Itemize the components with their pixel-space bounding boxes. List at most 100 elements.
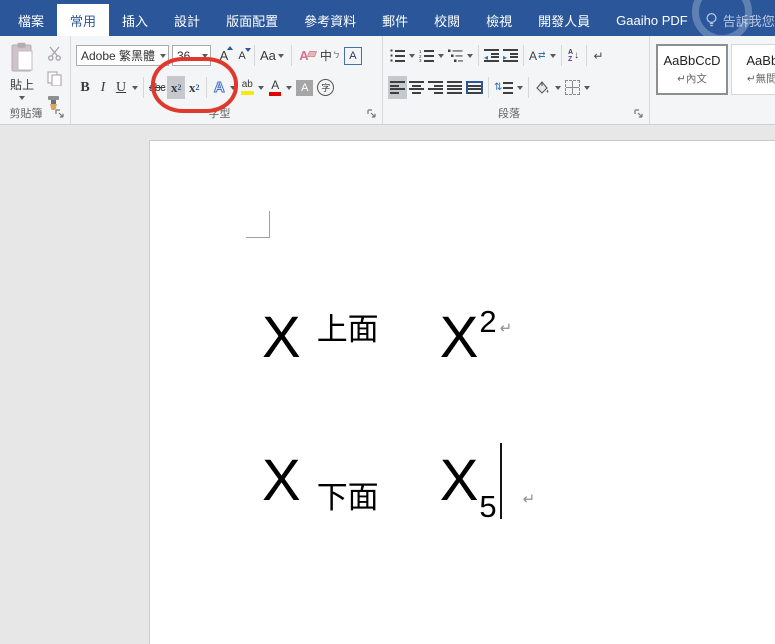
doc-base-x: X xyxy=(262,311,301,366)
margin-corner-mark xyxy=(246,211,270,238)
grow-font-glyph: A xyxy=(220,48,229,63)
align-center-icon xyxy=(409,81,424,94)
doc-base-x: X xyxy=(440,311,479,366)
doc-line-superscript-demo[interactable]: X 上面 X 2 ↵ xyxy=(262,293,512,366)
tab-file[interactable]: 檔案 xyxy=(5,4,57,36)
cut-button[interactable] xyxy=(44,44,64,62)
subscript-button[interactable]: x2 xyxy=(167,76,185,99)
character-border-button[interactable]: A xyxy=(342,44,364,67)
tell-me-label: 告訴我您 xyxy=(723,11,775,30)
paragraph-mark-icon: ↵ xyxy=(523,492,536,507)
shading-button[interactable] xyxy=(532,76,553,99)
justify-button[interactable] xyxy=(445,76,464,99)
highlight-dropdown-arrow[interactable] xyxy=(258,86,264,90)
tab-mailings[interactable]: 郵件 xyxy=(369,4,421,36)
styles-group: AaBbCcD ↵內文 AaBbC ↵無間距 xyxy=(650,36,775,124)
tab-references[interactable]: 參考資料 xyxy=(291,4,369,36)
text-effects-dropdown-arrow[interactable] xyxy=(230,86,236,90)
multilevel-list-dropdown-arrow[interactable] xyxy=(467,54,473,58)
paint-bucket-icon xyxy=(534,80,551,95)
underline-dropdown-arrow[interactable] xyxy=(132,86,138,90)
document-page[interactable]: X 上面 X 2 ↵ X 下面 X 5 ↵ xyxy=(149,140,775,644)
bold-button[interactable]: B xyxy=(76,76,94,99)
italic-button[interactable]: I xyxy=(94,76,112,99)
sort-z-glyph: Z xyxy=(568,56,573,63)
borders-button[interactable] xyxy=(563,76,582,99)
font-color-button[interactable]: A xyxy=(266,76,284,99)
ribbon-tab-strip: 檔案 常用 插入 設計 版面配置 參考資料 郵件 校閱 檢視 開發人員 Gaai… xyxy=(0,0,701,36)
align-right-button[interactable] xyxy=(426,76,445,99)
align-left-button[interactable] xyxy=(388,76,407,99)
asian-layout-dropdown-arrow[interactable] xyxy=(550,54,556,58)
ribbon: 貼上 xyxy=(0,36,775,125)
shading-dropdown-arrow[interactable] xyxy=(555,86,561,90)
copy-button[interactable] xyxy=(44,69,64,87)
sort-button[interactable]: AZ ↓ xyxy=(565,44,583,67)
tab-insert[interactable]: 插入 xyxy=(109,4,161,36)
character-shading-glyph: A xyxy=(296,80,313,96)
font-color-dropdown-arrow[interactable] xyxy=(286,86,292,90)
numbered-list-button[interactable]: 1 2 3 xyxy=(417,44,436,67)
borders-dropdown-arrow[interactable] xyxy=(584,86,590,90)
sort-a-glyph: A xyxy=(568,49,573,56)
clipboard-dialog-launcher[interactable] xyxy=(55,109,65,119)
phonetic-guide-button[interactable]: 中 ㄅ xyxy=(318,44,342,67)
style-normal[interactable]: AaBbCcD ↵內文 xyxy=(656,44,728,95)
paste-dropdown-arrow[interactable] xyxy=(19,96,25,100)
phonetic-bopomofo-glyph: ㄅ xyxy=(333,52,340,59)
enclose-characters-button[interactable]: 字 xyxy=(315,76,336,99)
show-hide-marks-button[interactable]: ↵ xyxy=(590,44,608,67)
font-size-value: 36 xyxy=(177,49,200,63)
change-case-button[interactable]: Aa xyxy=(258,44,288,67)
increase-indent-icon: ▸ xyxy=(503,49,518,62)
svg-text:3: 3 xyxy=(419,58,422,62)
tell-me-box[interactable]: 告訴我您 xyxy=(705,4,775,36)
shrink-font-button[interactable]: A xyxy=(233,44,251,67)
doc-base-x: X xyxy=(262,454,301,509)
numbered-list-icon: 1 2 3 xyxy=(419,49,434,62)
text-effects-button[interactable]: A xyxy=(210,76,228,99)
bullet-list-dropdown-arrow[interactable] xyxy=(409,54,415,58)
superscript-button[interactable]: x2 xyxy=(185,76,203,99)
font-name-select[interactable]: Adobe 繁黑體 xyxy=(76,45,169,66)
font-dialog-launcher[interactable] xyxy=(367,109,377,119)
align-left-icon xyxy=(390,81,405,94)
clear-formatting-button[interactable]: A xyxy=(295,44,313,67)
strikethrough-button[interactable]: abc xyxy=(147,76,167,99)
style-no-spacing[interactable]: AaBbC ↵無間距 xyxy=(731,44,775,95)
font-size-select[interactable]: 36 xyxy=(172,45,211,66)
underline-button[interactable]: U xyxy=(112,76,130,99)
line-spacing-button[interactable]: ⇅ xyxy=(492,76,515,99)
decrease-indent-button[interactable]: ◂ xyxy=(482,44,501,67)
highlight-glyph: ab xyxy=(242,80,253,90)
font-color-bar xyxy=(269,92,281,96)
bullet-list-button[interactable] xyxy=(388,44,407,67)
title-bar: 檔案 常用 插入 設計 版面配置 參考資料 郵件 校閱 檢視 開發人員 Gaai… xyxy=(0,0,775,36)
superscript-digit: 2 xyxy=(196,83,200,92)
separator xyxy=(254,45,255,66)
decrease-indent-arrow: ◂ xyxy=(484,54,488,62)
asian-layout-button[interactable]: A ⇄ xyxy=(527,44,548,67)
multilevel-list-button[interactable] xyxy=(446,44,465,67)
tab-design[interactable]: 設計 xyxy=(161,4,213,36)
font-name-value: Adobe 繁黑體 xyxy=(81,47,158,64)
tab-home[interactable]: 常用 xyxy=(57,4,109,36)
highlight-color-button[interactable]: ab xyxy=(238,76,256,99)
grow-font-button[interactable]: A xyxy=(215,44,233,67)
doc-line-subscript-demo[interactable]: X 下面 X 5 ↵ xyxy=(262,436,535,509)
align-center-button[interactable] xyxy=(407,76,426,99)
tab-developer[interactable]: 開發人員 xyxy=(525,4,603,36)
line-spacing-dropdown-arrow[interactable] xyxy=(517,86,523,90)
tab-layout[interactable]: 版面配置 xyxy=(213,4,291,36)
borders-grid-icon xyxy=(565,80,580,95)
tab-view[interactable]: 檢視 xyxy=(473,4,525,36)
eraser-icon xyxy=(307,51,317,57)
numbered-list-dropdown-arrow[interactable] xyxy=(438,54,444,58)
tab-gaaiho-pdf[interactable]: Gaaiho PDF xyxy=(603,4,701,36)
tab-review[interactable]: 校閱 xyxy=(421,4,473,36)
increase-indent-button[interactable]: ▸ xyxy=(501,44,520,67)
copy-icon xyxy=(47,71,62,86)
distribute-button[interactable] xyxy=(464,76,485,99)
paragraph-dialog-launcher[interactable] xyxy=(634,109,644,119)
character-shading-button[interactable]: A xyxy=(294,76,315,99)
